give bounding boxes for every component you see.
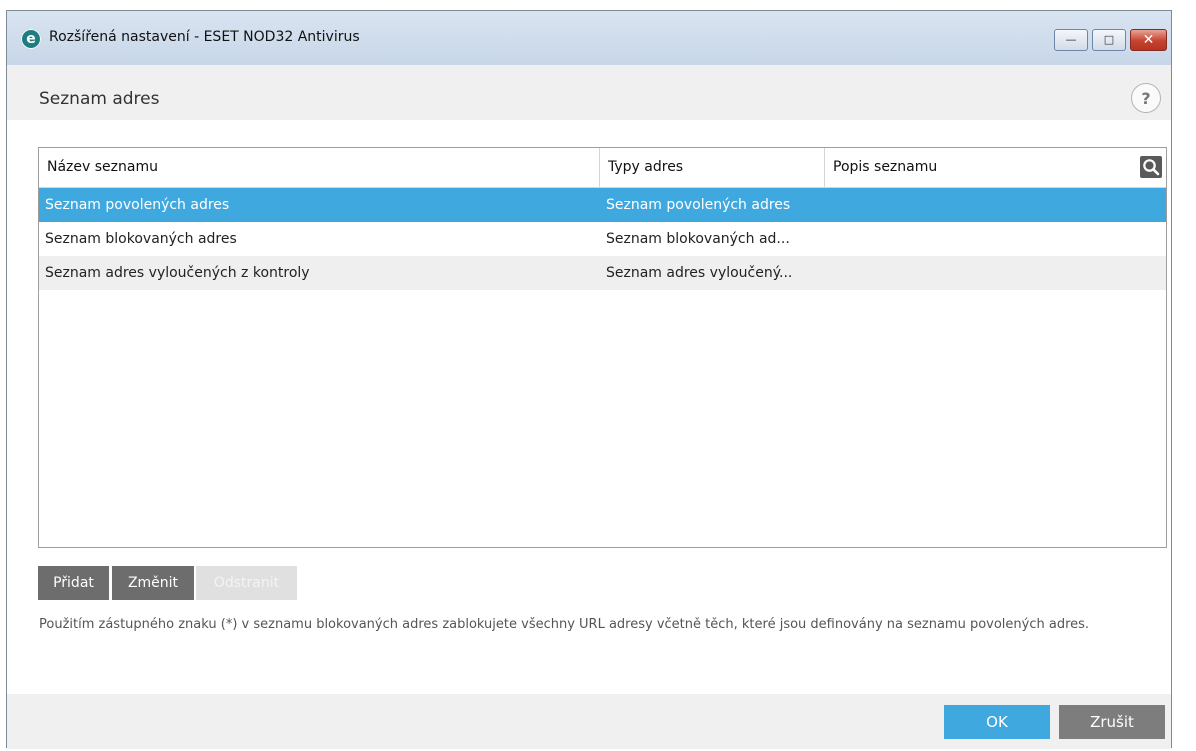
footer: OK Zrušit: [7, 694, 1171, 749]
add-button[interactable]: Přidat: [38, 566, 109, 600]
close-button[interactable]: ✕: [1130, 29, 1167, 51]
row-address-type: Seznam adres vyloučený...: [606, 265, 793, 281]
eset-app-icon: e: [21, 29, 41, 49]
page-title: Seznam adres: [39, 89, 160, 109]
column-header-description[interactable]: Popis seznamu: [825, 148, 1165, 187]
search-icon: [1143, 159, 1160, 176]
window-title: Rozšířená nastavení - ESET NOD32 Antivir…: [49, 29, 360, 45]
edit-button[interactable]: Změnit: [112, 566, 194, 600]
search-button[interactable]: [1140, 156, 1162, 178]
table-row[interactable]: Seznam blokovaných adres Seznam blokovan…: [39, 222, 1166, 256]
row-list-name: Seznam blokovaných adres: [45, 231, 237, 247]
page-header: Seznam adres ?: [7, 65, 1171, 120]
row-list-name: Seznam povolených adres: [45, 197, 230, 213]
close-icon: ✕: [1142, 32, 1155, 48]
question-mark-icon: ?: [1141, 89, 1151, 108]
maximize-button[interactable]: □: [1092, 29, 1126, 51]
help-button[interactable]: ?: [1131, 83, 1161, 113]
wildcard-note: Použitím zástupného znaku (*) v seznamu …: [39, 617, 1090, 632]
row-description: [825, 222, 1165, 256]
maximize-icon: □: [1103, 33, 1115, 46]
table-row[interactable]: Seznam adres vyloučených z kontroly Sezn…: [39, 256, 1166, 290]
row-address-type: Seznam blokovaných ad...: [606, 231, 790, 247]
minimize-button[interactable]: —: [1054, 29, 1088, 51]
address-list-table: Název seznamu Typy adres Popis seznamu S…: [38, 147, 1167, 548]
column-header-list-name[interactable]: Název seznamu: [39, 148, 600, 187]
column-header-address-types[interactable]: Typy adres: [600, 148, 825, 187]
table-header: Název seznamu Typy adres Popis seznamu: [39, 148, 1166, 188]
row-description: [825, 188, 1165, 222]
row-list-name: Seznam adres vyloučených z kontroly: [45, 265, 310, 281]
minimize-icon: —: [1065, 33, 1077, 46]
table-row[interactable]: Seznam povolených adres Seznam povolenýc…: [39, 188, 1166, 222]
settings-window: e Rozšířená nastavení - ESET NOD32 Antiv…: [6, 10, 1172, 749]
row-description: [825, 256, 1165, 290]
row-address-type: Seznam povolených adres: [606, 197, 791, 213]
remove-button: Odstranit: [196, 566, 297, 600]
ok-button[interactable]: OK: [944, 705, 1050, 739]
cancel-button[interactable]: Zrušit: [1059, 705, 1165, 739]
titlebar[interactable]: e Rozšířená nastavení - ESET NOD32 Antiv…: [7, 11, 1171, 65]
content-area: Název seznamu Typy adres Popis seznamu S…: [7, 120, 1171, 694]
